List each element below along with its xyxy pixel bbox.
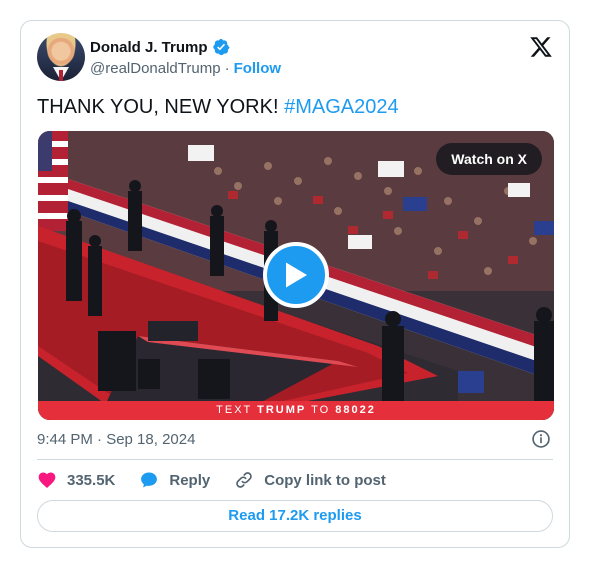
verified-badge-icon	[212, 38, 230, 56]
author-name-row: Donald J. Trump	[90, 38, 230, 56]
video-player[interactable]: Watch on X TEXT TRUMP TO 88022	[38, 131, 554, 420]
banner-middle: TO	[306, 404, 336, 416]
reply-button[interactable]: Reply	[139, 470, 210, 490]
reply-bubble-icon	[141, 472, 158, 488]
author-name[interactable]: Donald J. Trump	[90, 39, 208, 56]
author-handle[interactable]: @realDonaldTrump	[90, 60, 221, 77]
banner-prefix: TEXT	[216, 404, 258, 416]
divider	[37, 459, 553, 460]
link-icon	[236, 472, 253, 488]
hashtag-link[interactable]: #MAGA2024	[284, 96, 399, 118]
banner-keyword: TRUMP	[257, 404, 307, 416]
tweet-timestamp[interactable]: 9:44 PM · Sep 18, 2024	[37, 431, 195, 448]
x-logo-icon[interactable]	[529, 35, 553, 59]
handle-separator: ·	[224, 60, 230, 77]
info-icon[interactable]	[531, 429, 551, 449]
tweet-body: THANK YOU, NEW YORK!	[37, 96, 285, 118]
heart-icon	[38, 472, 56, 488]
watch-on-x-button[interactable]: Watch on X	[436, 143, 542, 175]
reply-label: Reply	[169, 471, 211, 489]
tweet-card: Donald J. Trump @realDonaldTrump · Follo…	[20, 20, 570, 548]
tweet-text: THANK YOU, NEW YORK! #MAGA2024	[37, 95, 399, 119]
banner-number: 88022	[335, 404, 376, 416]
like-count: 335.5K	[67, 471, 116, 489]
read-replies-button[interactable]: Read 17.2K replies	[37, 500, 553, 532]
avatar-tie	[59, 70, 63, 81]
play-button[interactable]	[263, 242, 329, 308]
follow-button[interactable]: Follow	[234, 60, 282, 77]
author-avatar[interactable]	[37, 33, 85, 81]
like-button[interactable]: 335.5K	[37, 470, 115, 490]
copy-link-button[interactable]: Copy link to post	[234, 470, 386, 490]
action-bar: 335.5K Reply Copy link to post	[37, 469, 410, 491]
copy-link-label: Copy link to post	[264, 471, 386, 489]
author-handle-row: @realDonaldTrump · Follow	[90, 60, 281, 77]
video-banner: TEXT TRUMP TO 88022	[38, 401, 554, 420]
play-icon	[286, 262, 307, 288]
